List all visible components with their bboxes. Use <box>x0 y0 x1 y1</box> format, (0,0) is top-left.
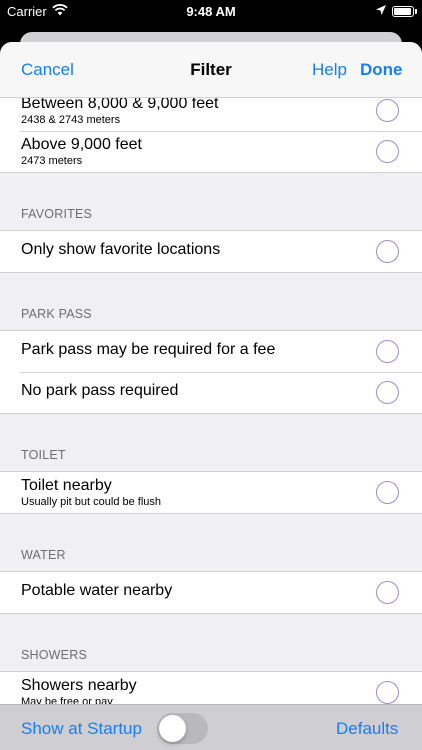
radio-button[interactable] <box>376 681 399 704</box>
radio-button[interactable] <box>376 581 399 604</box>
section-header: FAVORITES <box>0 173 422 230</box>
radio-button[interactable] <box>376 99 399 122</box>
section-header: PARK PASS <box>0 273 422 330</box>
section-title: WATER <box>21 548 66 562</box>
list-item[interactable]: Only show favorite locations <box>0 231 422 272</box>
radio-button[interactable] <box>376 340 399 363</box>
defaults-button[interactable]: Defaults <box>336 719 398 739</box>
list-item[interactable]: No park pass required <box>0 372 422 413</box>
option-subtitle: 2473 meters <box>21 155 83 167</box>
section-title: PARK PASS <box>21 307 92 321</box>
list-item[interactable]: Above 9,000 feet 2473 meters <box>0 131 422 172</box>
navigation-bar: Cancel Filter Help Done <box>0 42 422 98</box>
filter-list[interactable]: Between 8,000 & 9,000 feet 2438 & 2743 m… <box>0 98 422 704</box>
battery-cap <box>415 9 417 14</box>
water-group: Potable water nearby <box>0 571 422 614</box>
list-item[interactable]: Park pass may be required for a fee <box>0 331 422 372</box>
toilet-group: Toilet nearby Usually pit but could be f… <box>0 471 422 514</box>
radio-button[interactable] <box>376 240 399 263</box>
radio-button[interactable] <box>376 481 399 504</box>
filter-sheet: Cancel Filter Help Done Between 8,000 & … <box>0 42 422 750</box>
list-item[interactable]: Between 8,000 & 9,000 feet 2438 & 2743 m… <box>0 98 422 131</box>
list-item[interactable]: Toilet nearby Usually pit but could be f… <box>0 472 422 513</box>
section-title: TOILET <box>21 448 66 462</box>
radio-button[interactable] <box>376 381 399 404</box>
option-subtitle: Usually pit but could be flush <box>21 496 162 508</box>
option-label: No park pass required <box>21 382 179 399</box>
option-label: Toilet nearby <box>21 477 112 494</box>
clock: 9:48 AM <box>186 4 236 19</box>
list-item[interactable]: Showers nearby May be free or pay <box>0 672 422 704</box>
toggle-knob[interactable] <box>159 715 186 742</box>
elevation-group: Between 8,000 & 9,000 feet 2438 & 2743 m… <box>0 98 422 173</box>
section-header: TOILET <box>0 414 422 471</box>
section-header: SHOWERS <box>0 614 422 671</box>
list-item[interactable]: Potable water nearby <box>0 572 422 613</box>
bottom-toolbar: Show at Startup Defaults <box>0 704 422 750</box>
option-label: Potable water nearby <box>21 582 173 599</box>
section-title: FAVORITES <box>21 207 93 221</box>
help-button[interactable]: Help <box>312 60 347 80</box>
location-arrow-icon <box>375 4 387 19</box>
option-label: Between 8,000 & 9,000 feet <box>21 98 219 112</box>
radio-button[interactable] <box>376 140 399 163</box>
option-subtitle: May be free or pay <box>21 696 113 704</box>
section-title: SHOWERS <box>21 648 87 662</box>
done-button[interactable]: Done <box>360 60 403 80</box>
page-title: Filter <box>190 60 232 79</box>
show-at-startup-label[interactable]: Show at Startup <box>21 719 142 739</box>
showers-group: Showers nearby May be free or pay <box>0 671 422 704</box>
show-at-startup-toggle[interactable] <box>157 713 208 744</box>
option-label: Only show favorite locations <box>21 241 221 258</box>
option-label: Showers nearby <box>21 677 137 694</box>
favorites-group: Only show favorite locations <box>0 230 422 273</box>
status-bar: Carrier 9:48 AM <box>0 0 422 24</box>
option-label: Above 9,000 feet <box>21 136 142 153</box>
section-header: WATER <box>0 514 422 571</box>
battery-icon <box>392 6 414 17</box>
option-subtitle: 2438 & 2743 meters <box>21 114 121 126</box>
park-pass-group: Park pass may be required for a fee No p… <box>0 330 422 414</box>
option-label: Park pass may be required for a fee <box>21 341 276 358</box>
